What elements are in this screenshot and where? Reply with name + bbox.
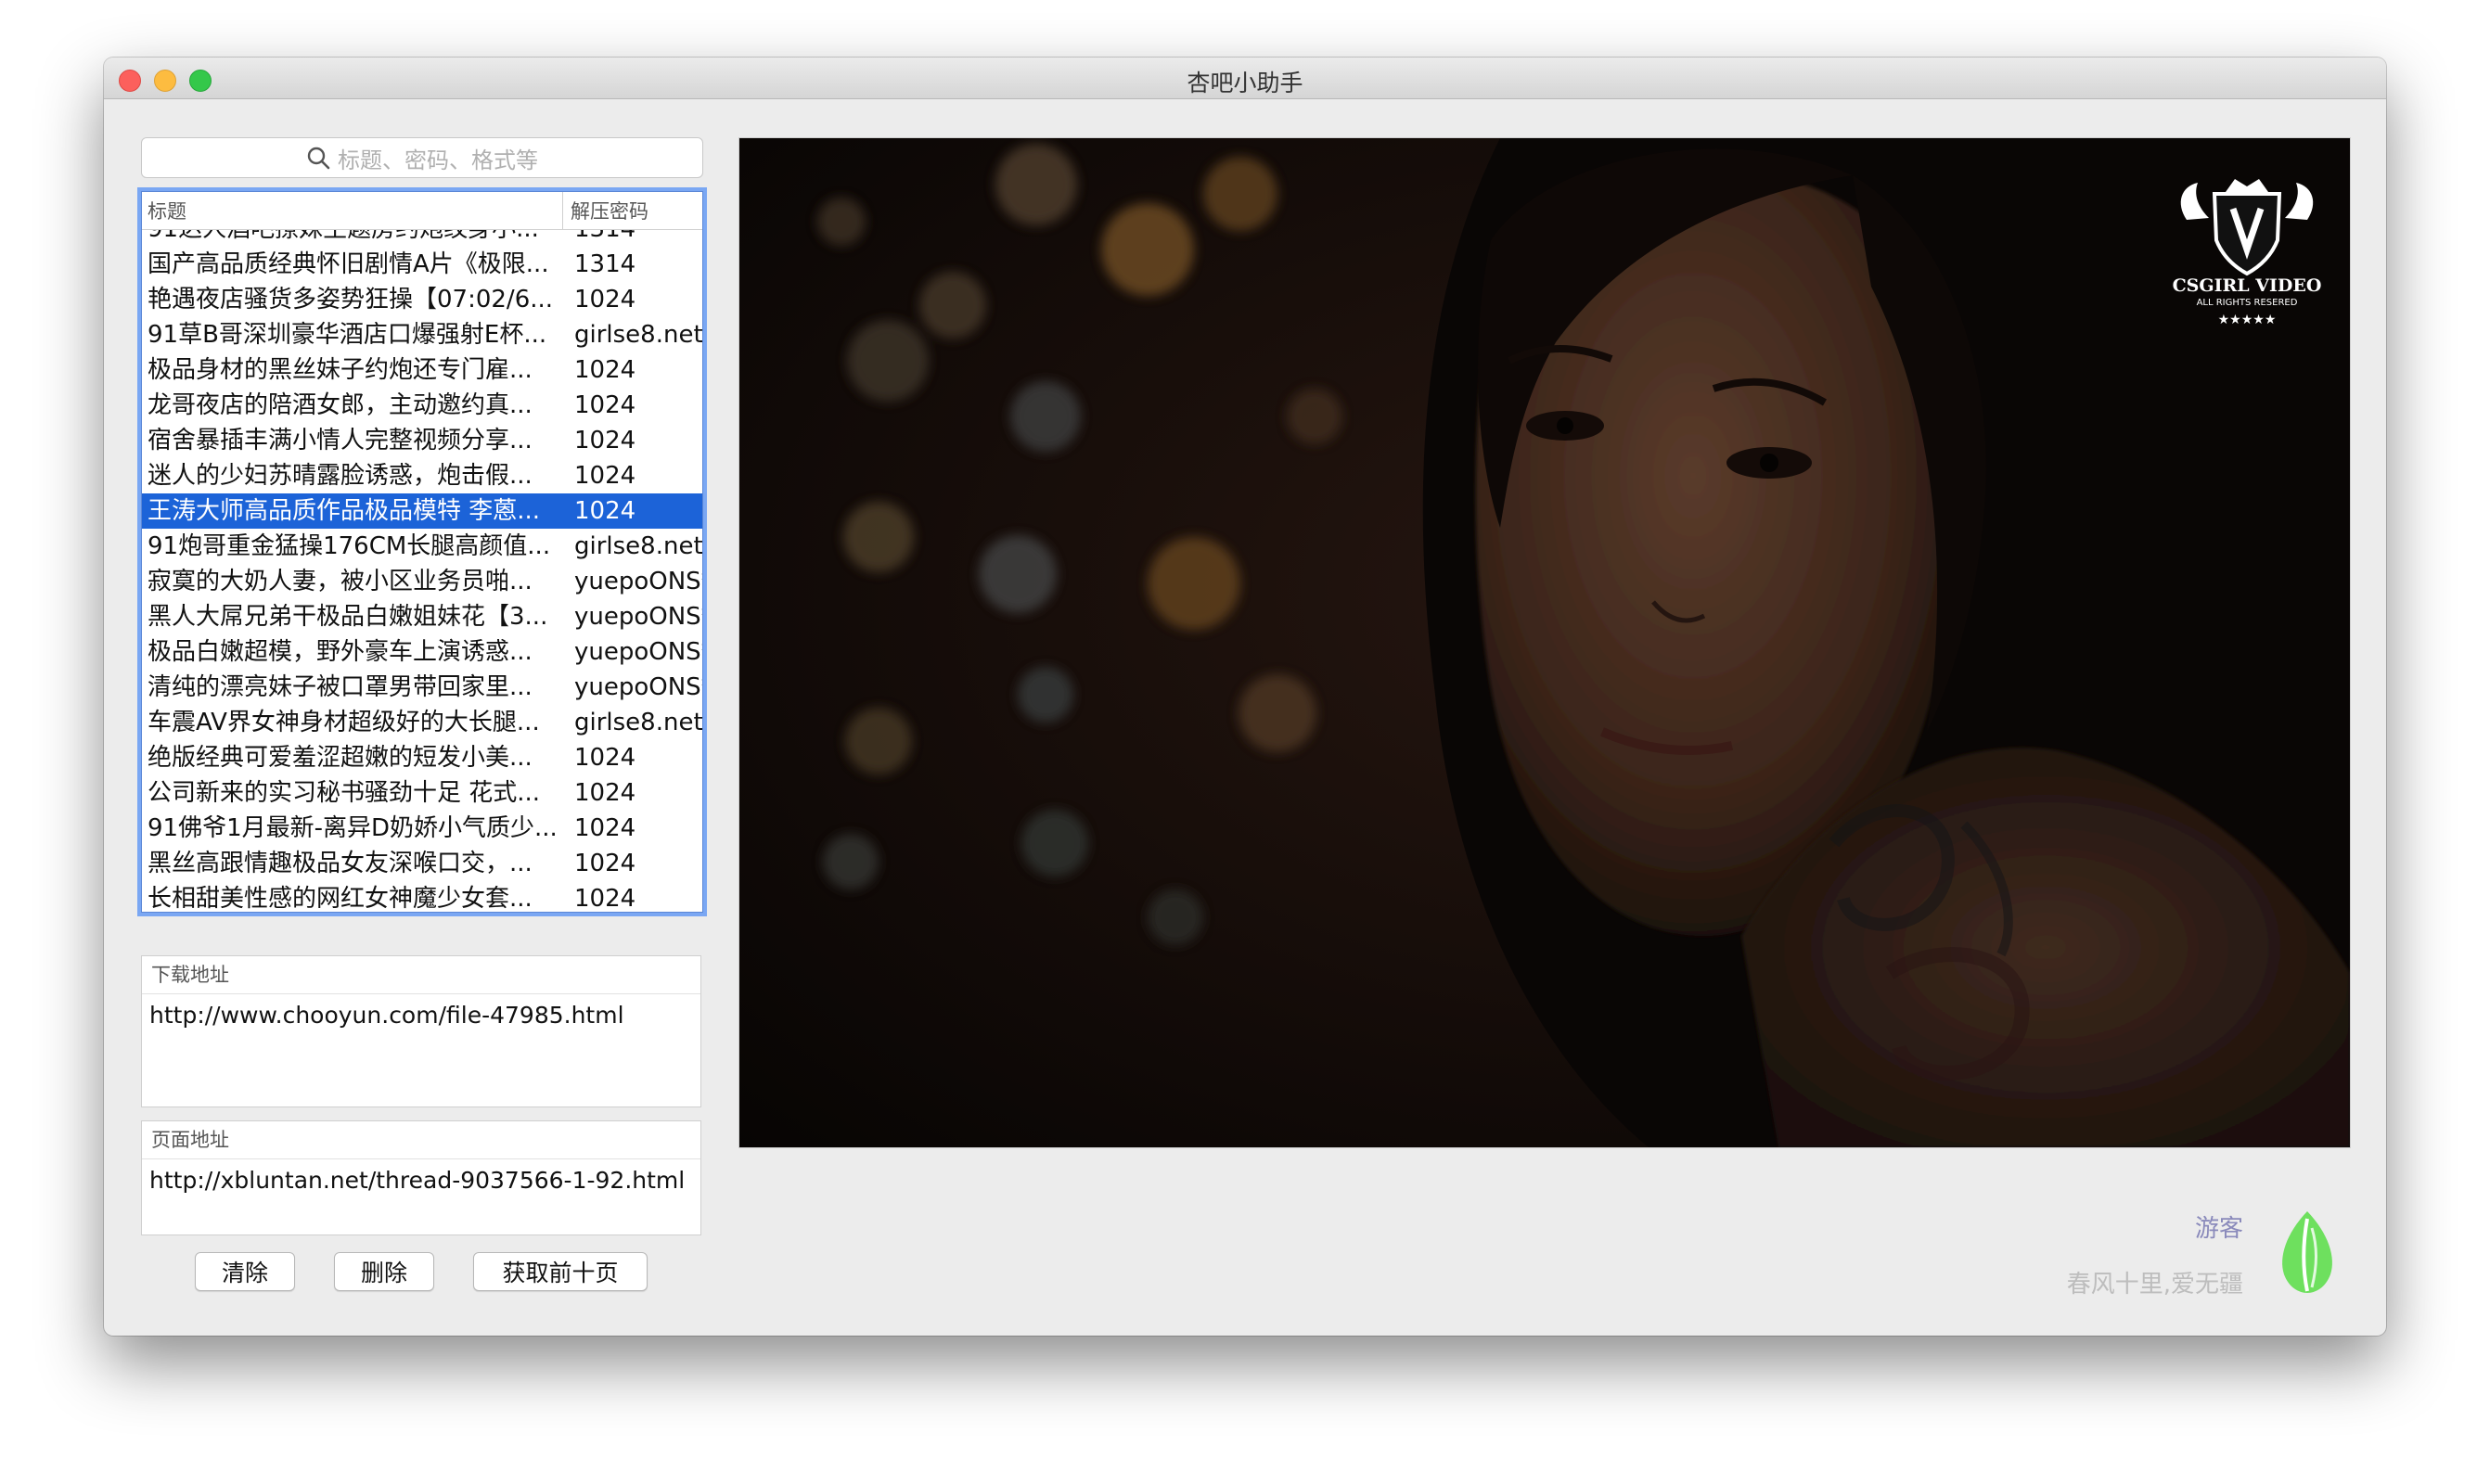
svg-text:★★★★★: ★★★★★ xyxy=(2218,313,2277,327)
search-input[interactable]: 标题、密码、格式等 xyxy=(141,137,703,178)
cell-password: girlse8.net xyxy=(574,709,702,736)
table-header: 标题 解压密码 xyxy=(142,192,702,230)
cell-password: yuepoONS* xyxy=(574,603,702,631)
cell-title: 长相甜美性感的网红女神魔少女套... xyxy=(148,885,533,912)
cell-title: 黑人大屌兄弟干极品白嫩姐妹花【3... xyxy=(148,603,548,631)
cell-password: 1024 xyxy=(574,391,636,419)
download-address-field[interactable]: http://www.chooyun.com/file-47985.html xyxy=(142,994,700,1036)
cell-password: yuepoONS* xyxy=(574,638,702,666)
clear-button[interactable]: 清除 xyxy=(195,1252,295,1291)
cell-password: 1024 xyxy=(574,850,636,877)
cell-password: 1314 xyxy=(563,230,702,247)
table-row[interactable]: 黑丝高跟情趣极品女友深喉口交，... 1024 xyxy=(142,846,702,881)
cell-password: 1024 xyxy=(574,462,636,490)
cell-title: 黑丝高跟情趣极品女友深喉口交，... xyxy=(148,850,533,877)
svg-text:ALL RIGHTS RESERED: ALL RIGHTS RESERED xyxy=(2197,298,2298,308)
cell-password: 1024 xyxy=(574,744,636,772)
cell-password: girlse8.net xyxy=(574,532,702,560)
cell-title: 宿舍暴插丰满小情人完整视频分享... xyxy=(148,427,533,454)
table-row[interactable]: 黑人大屌兄弟干极品白嫩姐妹花【3... yuepoONS* xyxy=(142,599,702,634)
table-row[interactable]: 清纯的漂亮妹子被口罩男带回家里... yuepoONS* xyxy=(142,670,702,705)
cell-title: 艳遇夜店骚货多姿势狂操【07:02/6... xyxy=(148,286,554,313)
cell-password: 1024 xyxy=(574,497,636,525)
page-address-label: 页面地址 xyxy=(142,1121,700,1159)
column-header-password[interactable]: 解压密码 xyxy=(563,192,702,229)
table-row[interactable]: 寂寞的大奶人妻，被小区业务员啪... yuepoONS* xyxy=(142,564,702,599)
table-rows: 91达人酒吧撩妹主题房约炮纹身小...1314国产高品质经典怀旧剧情A片《极限.… xyxy=(142,230,702,912)
cell-title: 极品身材的黑丝妹子约炮还专门雇... xyxy=(148,356,533,384)
table-row[interactable]: 91炮哥重金猛操176CM长腿高颜值... girlse8.net xyxy=(142,529,702,564)
table-row[interactable]: 长相甜美性感的网红女神魔少女套... 1024 xyxy=(142,881,702,912)
cell-title: 91炮哥重金猛操176CM长腿高颜值... xyxy=(148,532,551,560)
table-row[interactable]: 极品身材的黑丝妹子约炮还专门雇... 1024 xyxy=(142,352,702,388)
fetch-first-ten-pages-button[interactable]: 获取前十页 xyxy=(473,1252,648,1291)
window-title: 杏吧小助手 xyxy=(1187,70,1303,96)
table-row[interactable]: 91草B哥深圳豪华酒店口爆强射E杯... girlse8.net xyxy=(142,317,702,352)
table-row[interactable]: 王涛大师高品质作品极品模特 李蒽... 1024 xyxy=(142,493,702,529)
table-row[interactable]: 迷人的少妇苏晴露脸诱惑，炮击假... 1024 xyxy=(142,458,702,493)
page-address-field[interactable]: http://xbluntan.net/thread-9037566-1-92.… xyxy=(142,1159,700,1201)
table-row[interactable]: 艳遇夜店骚货多姿势狂操【07:02/6... 1024 xyxy=(142,282,702,317)
cell-password: 1314 xyxy=(574,250,636,278)
delete-button[interactable]: 删除 xyxy=(334,1252,434,1291)
cell-title: 寂寞的大奶人妻，被小区业务员啪... xyxy=(148,568,533,595)
user-motto: 春风十里,爱无疆 xyxy=(2066,1271,2243,1298)
cell-title: 91草B哥深圳豪华酒店口爆强射E杯... xyxy=(148,321,547,349)
table-row[interactable]: 极品白嫩超模，野外豪车上演诱惑... yuepoONS* xyxy=(142,634,702,670)
video-preview[interactable]: CSGIRL VIDEO ALL RIGHTS RESERED ★★★★★ xyxy=(738,137,2351,1148)
cell-title: 清纯的漂亮妹子被口罩男带回家里... xyxy=(148,673,533,701)
table-row[interactable]: 国产高品质经典怀旧剧情A片《极限... 1314 xyxy=(142,247,702,282)
table-row[interactable]: 91佛爷1月最新-离异D奶娇小气质少... 1024 xyxy=(142,811,702,846)
cell-title: 91达人酒吧撩妹主题房约炮纹身小... xyxy=(142,230,563,247)
table-row[interactable]: 龙哥夜店的陪酒女郎，主动邀约真... 1024 xyxy=(142,388,702,423)
cell-password: yuepoONS* xyxy=(574,568,702,595)
svg-text:CSGIRL VIDEO: CSGIRL VIDEO xyxy=(2173,275,2322,296)
table-row[interactable]: 公司新来的实习秘书骚劲十足 花式... 1024 xyxy=(142,775,702,811)
table-row[interactable]: 绝版经典可爱羞涩超嫩的短发小美... 1024 xyxy=(142,740,702,775)
table-body[interactable]: 91达人酒吧撩妹主题房约炮纹身小...1314国产高品质经典怀旧剧情A片《极限.… xyxy=(142,230,702,912)
table-row[interactable]: 车震AV界女神身材超级好的大长腿... girlse8.net xyxy=(142,705,702,740)
download-address-label: 下载地址 xyxy=(142,956,700,994)
cell-password: yuepoONS* xyxy=(574,673,702,701)
cell-title: 极品白嫩超模，野外豪车上演诱惑... xyxy=(148,638,533,666)
column-header-title[interactable]: 标题 xyxy=(142,192,563,229)
cell-password: 1024 xyxy=(574,885,636,912)
search-placeholder: 标题、密码、格式等 xyxy=(338,147,538,173)
cell-password: 1024 xyxy=(574,427,636,454)
cell-title: 龙哥夜店的陪酒女郎，主动邀约真... xyxy=(148,391,533,419)
cell-password: girlse8.net xyxy=(574,321,702,349)
cell-password: 1024 xyxy=(574,356,636,384)
resource-table[interactable]: 标题 解压密码 91达人酒吧撩妹主题房约炮纹身小...1314国产高品质经典怀旧… xyxy=(137,187,707,916)
cell-title: 91佛爷1月最新-离异D奶娇小气质少... xyxy=(148,814,558,842)
cell-password: 1024 xyxy=(574,286,636,313)
cell-title: 国产高品质经典怀旧剧情A片《极限... xyxy=(148,250,549,278)
cell-password: 1024 xyxy=(574,779,636,807)
app-window: 杏吧小助手 标题、密码、格式等 标题 解压密码 91达人酒吧撩妹主题房约炮纹身小… xyxy=(104,58,2386,1336)
search-icon xyxy=(307,147,330,170)
cell-title: 王涛大师高品质作品极品模特 李蒽... xyxy=(148,497,541,525)
cell-title: 车震AV界女神身材超级好的大长腿... xyxy=(148,709,540,736)
cell-title: 迷人的少妇苏晴露脸诱惑，炮击假... xyxy=(148,462,533,490)
user-name[interactable]: 游客 xyxy=(2195,1209,2243,1244)
title-bar[interactable]: 杏吧小助手 xyxy=(104,58,2386,99)
table-row[interactable]: 宿舍暴插丰满小情人完整视频分享... 1024 xyxy=(142,423,702,458)
cell-password: 1024 xyxy=(574,814,636,842)
cell-title: 绝版经典可爱羞涩超嫩的短发小美... xyxy=(148,744,533,772)
video-frame-image: CSGIRL VIDEO ALL RIGHTS RESERED ★★★★★ xyxy=(739,138,2350,1147)
download-address-panel: 下载地址 http://www.chooyun.com/file-47985.h… xyxy=(141,955,701,1107)
page-address-panel: 页面地址 http://xbluntan.net/thread-9037566-… xyxy=(141,1120,701,1235)
table-row[interactable]: 91达人酒吧撩妹主题房约炮纹身小...1314 xyxy=(142,230,702,247)
cell-title: 公司新来的实习秘书骚劲十足 花式... xyxy=(148,779,541,807)
leaf-avatar-icon[interactable] xyxy=(2275,1208,2340,1295)
